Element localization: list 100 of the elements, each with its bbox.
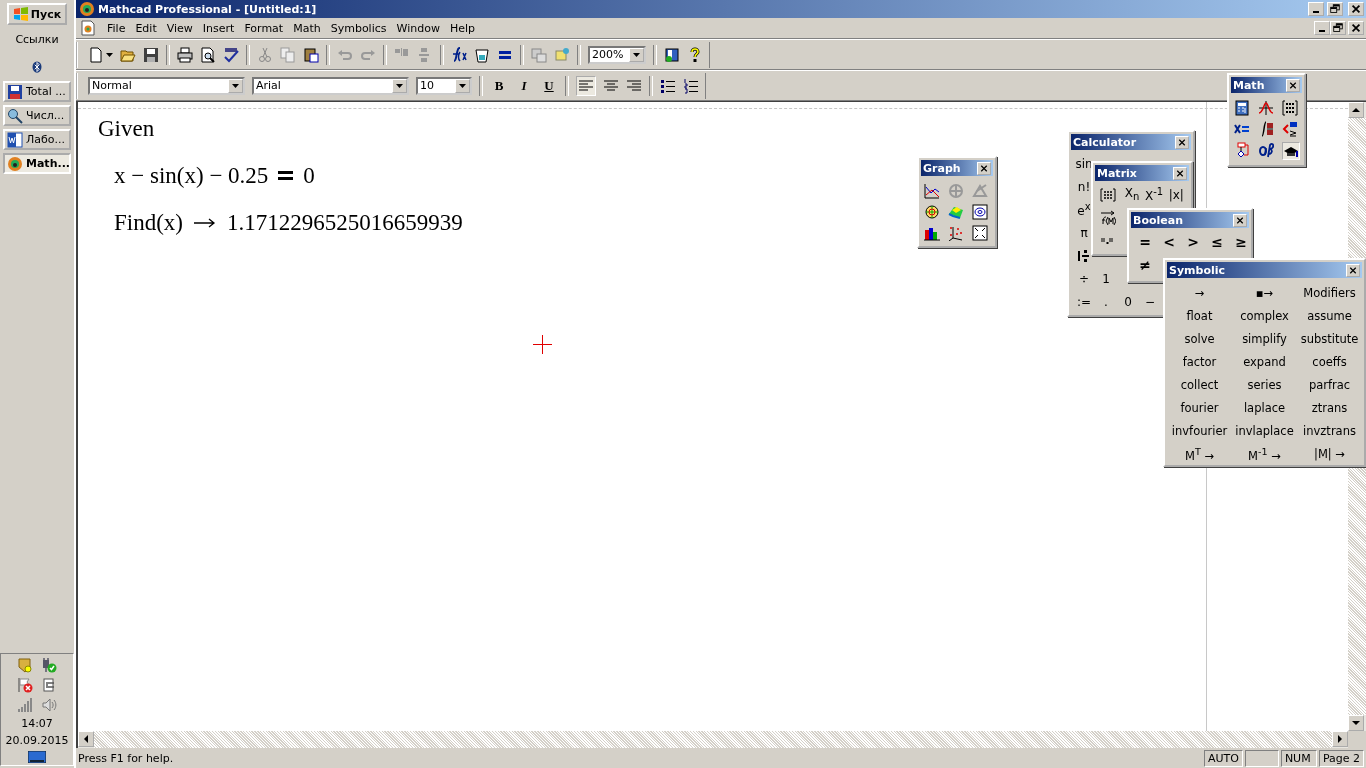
scroll-right-icon[interactable]: [1336, 735, 1344, 743]
palette-button[interactable]: M$^{-1}$ →: [1232, 444, 1297, 464]
font-size-dropdown[interactable]: 10: [416, 76, 472, 95]
mixed-fraction-icon[interactable]: [1076, 247, 1092, 264]
palette-button[interactable]: |x|: [1165, 184, 1188, 205]
palette-button[interactable]: 1: [1095, 268, 1117, 289]
palette-button[interactable]: substitute: [1297, 329, 1362, 349]
menu-item[interactable]: Window: [391, 21, 445, 35]
calculator-icon[interactable]: [1234, 100, 1250, 116]
palette-button[interactable]: >: [1181, 231, 1205, 252]
surface-plot-icon[interactable]: [948, 204, 964, 220]
palette-button[interactable]: −: [1139, 291, 1161, 312]
palette-button[interactable]: assume: [1297, 306, 1362, 326]
palette-button[interactable]: 0: [1117, 291, 1139, 312]
palette-button[interactable]: ≤: [1205, 231, 1229, 252]
palette-button[interactable]: fourier: [1167, 398, 1232, 418]
palette-button[interactable]: complex: [1232, 306, 1297, 326]
new-document-icon[interactable]: [88, 46, 104, 63]
vector-field-icon[interactable]: [972, 225, 988, 241]
insert-unit-icon[interactable]: [474, 46, 490, 63]
minimize-button[interactable]: [1314, 21, 1330, 35]
programming-icon[interactable]: [1234, 142, 1250, 158]
xy-plot-icon[interactable]: [924, 183, 940, 199]
restore-button[interactable]: [1327, 2, 1343, 16]
bulleted-list-icon[interactable]: [660, 77, 676, 94]
shield-icon[interactable]: [17, 657, 33, 673]
palette-button[interactable]: ztrans: [1297, 398, 1362, 418]
print-icon[interactable]: [177, 46, 193, 63]
palette-button[interactable]: ≠: [1133, 254, 1157, 275]
scroll-up-icon[interactable]: [1352, 106, 1360, 114]
style-dropdown[interactable]: Normal: [88, 76, 245, 95]
palette-button[interactable]: ▪→: [1232, 283, 1297, 303]
palette-button[interactable]: X$^{-1}$: [1143, 184, 1166, 205]
vectorize-icon[interactable]: [1100, 209, 1116, 226]
clock-date[interactable]: 20.09.2015: [5, 734, 69, 747]
palette-button[interactable]: series: [1232, 375, 1297, 395]
scatter-plot-icon[interactable]: [948, 225, 964, 241]
greek-icon[interactable]: [1258, 142, 1274, 158]
palette-button[interactable]: |M| →: [1297, 444, 1362, 464]
palette-button[interactable]: simplify: [1232, 329, 1297, 349]
align-right-icon[interactable]: [626, 77, 642, 94]
taskbar-button[interactable]: Лабо...: [3, 129, 71, 150]
align-center-icon[interactable]: [603, 77, 619, 94]
font-dropdown[interactable]: Arial: [252, 76, 409, 95]
menu-item[interactable]: Help: [444, 21, 480, 35]
align-left-icon[interactable]: [578, 77, 594, 94]
paste-icon[interactable]: [303, 46, 319, 63]
taskbar-button[interactable]: Total ...: [3, 81, 71, 102]
taskbar-button[interactable]: Числ...: [3, 105, 71, 126]
palette-button[interactable]: ÷: [1073, 268, 1095, 289]
palette-button[interactable]: .: [1095, 291, 1117, 312]
palette-button[interactable]: invztrans: [1297, 421, 1362, 441]
restore-button[interactable]: [1330, 21, 1346, 35]
scroll-left-icon[interactable]: [82, 735, 90, 743]
contour-plot-icon[interactable]: [972, 204, 988, 220]
palette-button[interactable]: e$^{x}$: [1073, 199, 1095, 220]
close-icon[interactable]: [1173, 166, 1187, 180]
insert-function-icon[interactable]: [451, 46, 467, 63]
italic-button[interactable]: I: [515, 76, 533, 95]
bold-button[interactable]: B: [490, 76, 508, 95]
palette-button[interactable]: <: [1157, 231, 1181, 252]
close-icon[interactable]: [977, 161, 991, 175]
links-label[interactable]: Ссылки: [15, 33, 59, 46]
start-button[interactable]: Пуск: [6, 3, 68, 25]
palette-button[interactable]: =: [1133, 231, 1157, 252]
palette-button[interactable]: Modifiers: [1297, 283, 1362, 303]
graph-icon[interactable]: [1258, 100, 1274, 116]
palette-button[interactable]: float: [1167, 306, 1232, 326]
palette-button[interactable]: invfourier: [1167, 421, 1232, 441]
menu-item[interactable]: Symbolics: [325, 21, 392, 35]
minimize-button[interactable]: [1308, 2, 1324, 16]
menu-item[interactable]: Math: [288, 21, 326, 35]
save-icon[interactable]: [143, 46, 159, 63]
menu-item[interactable]: Format: [239, 21, 289, 35]
boolean-icon[interactable]: [1282, 121, 1298, 137]
palette-button[interactable]: factor: [1167, 352, 1232, 372]
matrix-icon[interactable]: [1282, 100, 1298, 116]
palette-button[interactable]: collect: [1167, 375, 1232, 395]
close-icon[interactable]: [1346, 263, 1360, 277]
horizontal-scrollbar[interactable]: [78, 731, 1366, 748]
palette-button[interactable]: ≥: [1229, 231, 1251, 252]
clock-time[interactable]: 14:07: [21, 717, 53, 730]
palette-button[interactable]: :=: [1073, 291, 1095, 312]
palette-button[interactable]: X$_{n}$: [1121, 184, 1143, 205]
palette-button[interactable]: M$^{T}$ →: [1167, 444, 1232, 464]
palette-button[interactable]: π: [1073, 222, 1095, 243]
bar-chart-icon[interactable]: [924, 225, 940, 241]
menu-item[interactable]: File: [102, 21, 131, 35]
show-desktop-icon[interactable]: [28, 751, 46, 763]
palette-button[interactable]: coeffs: [1297, 352, 1362, 372]
plug-check-icon[interactable]: [41, 657, 57, 673]
zoom-dropdown[interactable]: 200%: [588, 45, 646, 64]
palette-button[interactable]: →: [1167, 283, 1232, 303]
palette-button[interactable]: invlaplace: [1232, 421, 1297, 441]
resource-center-icon[interactable]: [664, 46, 680, 63]
close-button[interactable]: [1348, 2, 1364, 16]
print-preview-icon[interactable]: [200, 46, 216, 63]
palette-button[interactable]: n!: [1073, 176, 1095, 197]
palette-button[interactable]: expand: [1232, 352, 1297, 372]
menu-item[interactable]: View: [161, 21, 198, 35]
